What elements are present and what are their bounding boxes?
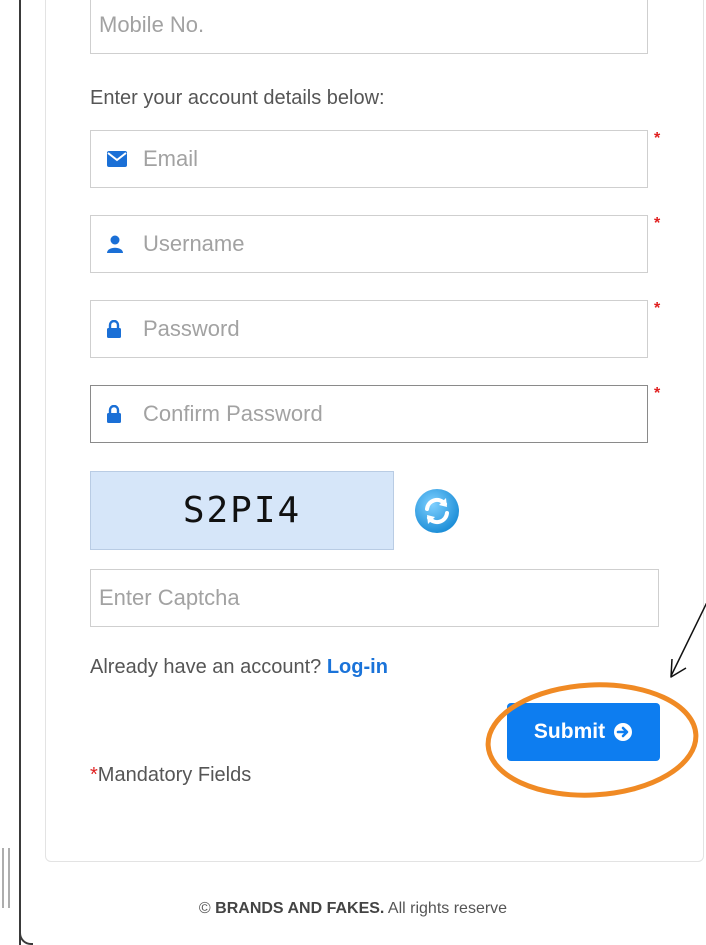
login-prompt-text: Already have an account? (90, 656, 322, 678)
email-field-wrapper (90, 130, 648, 188)
login-prompt: Already have an account? Log-in (90, 656, 388, 679)
window-left-edge (19, 0, 21, 945)
arrow-right-circle-icon (613, 722, 633, 742)
mobile-required-mark: * (654, 0, 661, 9)
confirm-password-input[interactable] (91, 386, 647, 442)
username-input[interactable] (91, 216, 647, 272)
login-link[interactable]: Log-in (327, 656, 388, 678)
copyright-symbol: © (198, 900, 211, 917)
mandatory-star: * (90, 764, 98, 786)
confirm-password-field-wrapper (90, 385, 648, 443)
password-field-wrapper (90, 300, 648, 358)
password-required-mark: * (654, 300, 661, 317)
username-required-mark: * (654, 215, 661, 232)
window-corner (19, 930, 33, 945)
password-input[interactable] (91, 301, 647, 357)
mobile-input[interactable] (91, 0, 647, 53)
account-details-label: Enter your account details below: (90, 87, 385, 109)
captcha-image: S2PI4 (90, 471, 394, 550)
confirm-password-required-mark: * (654, 385, 661, 402)
refresh-icon[interactable] (413, 487, 461, 535)
mandatory-text: Mandatory Fields (97, 764, 252, 786)
footer-brand: BRANDS AND FAKES. (215, 900, 385, 917)
user-icon (107, 235, 123, 253)
footer: © BRANDS AND FAKES. All rights reserve (0, 900, 706, 918)
mobile-field-wrapper (90, 0, 648, 54)
lock-icon (107, 405, 121, 423)
window-edge-mark (2, 848, 10, 908)
mandatory-note: *Mandatory Fields (90, 764, 251, 787)
captcha-field-wrapper (90, 569, 659, 627)
envelope-icon (107, 151, 127, 167)
footer-rights: All rights reserve (387, 900, 508, 917)
captcha-code: S2PI4 (182, 490, 302, 531)
captcha-input[interactable] (91, 570, 658, 626)
lock-icon (107, 320, 121, 338)
submit-label: Submit (533, 720, 606, 743)
email-input[interactable] (91, 131, 647, 187)
email-required-mark: * (654, 130, 661, 147)
submit-button[interactable]: Submit (507, 703, 660, 761)
username-field-wrapper (90, 215, 648, 273)
